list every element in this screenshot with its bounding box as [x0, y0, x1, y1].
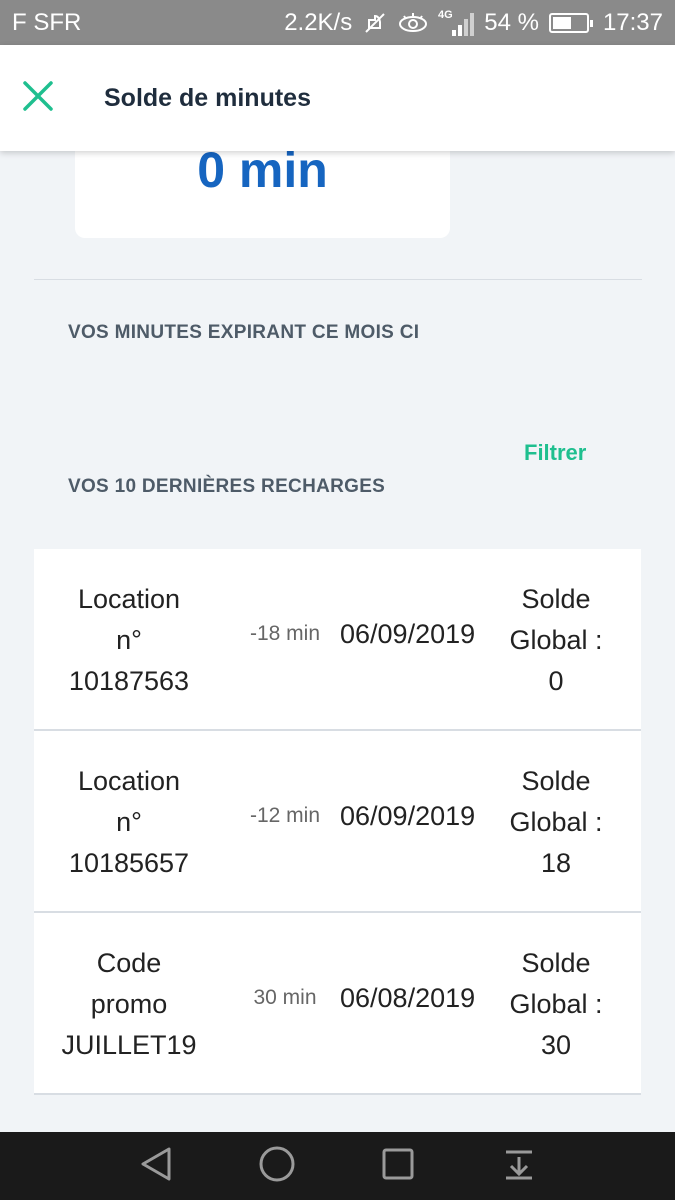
divider — [34, 279, 642, 280]
main-content[interactable]: 0 min VOS MINUTES EXPIRANT CE MOIS CI Fi… — [0, 151, 675, 1131]
carrier-name: F SFR — [12, 8, 82, 36]
network-speed: 2.2K/s — [284, 8, 353, 36]
recharge-label: Location n° 10187563 — [68, 584, 190, 696]
battery-fill — [552, 16, 571, 29]
status-bar-right: 2.2K/s 4G 54 % 17:37 — [284, 8, 663, 38]
recharges-list: Location n° 10187563 -18 min 06/09/2019 So… — [34, 549, 641, 1095]
recharge-delta: -12 min — [249, 804, 321, 827]
filter-link[interactable]: Filtrer — [524, 440, 586, 466]
close-icon — [22, 80, 54, 117]
signal-icon: 4G — [438, 8, 475, 38]
notifications-button[interactable] — [492, 1139, 546, 1193]
expiring-section-title: VOS MINUTES EXPIRANT CE MOIS CI — [68, 322, 420, 343]
back-icon — [139, 1146, 173, 1187]
page-title: Solde de minutes — [104, 83, 311, 112]
recents-icon — [381, 1147, 415, 1186]
balance-card: 0 min — [75, 151, 450, 238]
home-button[interactable] — [250, 1139, 304, 1193]
close-button[interactable] — [0, 45, 76, 151]
home-icon — [258, 1145, 296, 1188]
list-item[interactable]: Code promo JUILLET19 30 min 06/08/2019 Sol… — [34, 913, 641, 1095]
network-type: 4G — [438, 9, 453, 21]
recharge-label: Code promo JUILLET19 — [61, 948, 197, 1060]
balance-value: 0 min — [197, 151, 328, 198]
recharge-date: 06/09/2019 — [340, 619, 476, 649]
recharge-balance: Solde Global :30 — [509, 948, 603, 1060]
list-item[interactable]: Location n° 10187563 -18 min 06/09/2019 So… — [34, 549, 641, 731]
recharge-date: 06/08/2019 — [340, 983, 476, 1013]
recharge-label: Location n° 10185657 — [68, 766, 190, 878]
eye-icon — [398, 12, 428, 34]
back-button[interactable] — [129, 1139, 183, 1193]
notifications-icon — [502, 1147, 536, 1186]
mute-icon — [362, 10, 388, 36]
list-item[interactable]: Location n° 10185657 -12 min 06/09/2019 So… — [34, 731, 641, 913]
recharge-delta: -18 min — [249, 622, 321, 645]
recharge-delta: 30 min — [253, 986, 317, 1009]
app-header: Solde de minutes — [0, 45, 675, 151]
recharges-section-title: VOS 10 DERNIÈRES RECHARGES — [68, 476, 386, 497]
recharge-date: 06/09/2019 — [340, 801, 476, 831]
recharge-balance: Solde Global :18 — [509, 766, 603, 878]
battery-percent: 54 % — [484, 8, 539, 36]
navigation-bar — [0, 1132, 675, 1200]
status-bar: F SFR 2.2K/s 4G 54 % 17:37 — [0, 0, 675, 45]
clock: 17:37 — [602, 8, 663, 36]
recharge-balance: Solde Global :0 — [509, 584, 603, 696]
recents-button[interactable] — [371, 1139, 425, 1193]
battery-icon — [548, 12, 593, 33]
